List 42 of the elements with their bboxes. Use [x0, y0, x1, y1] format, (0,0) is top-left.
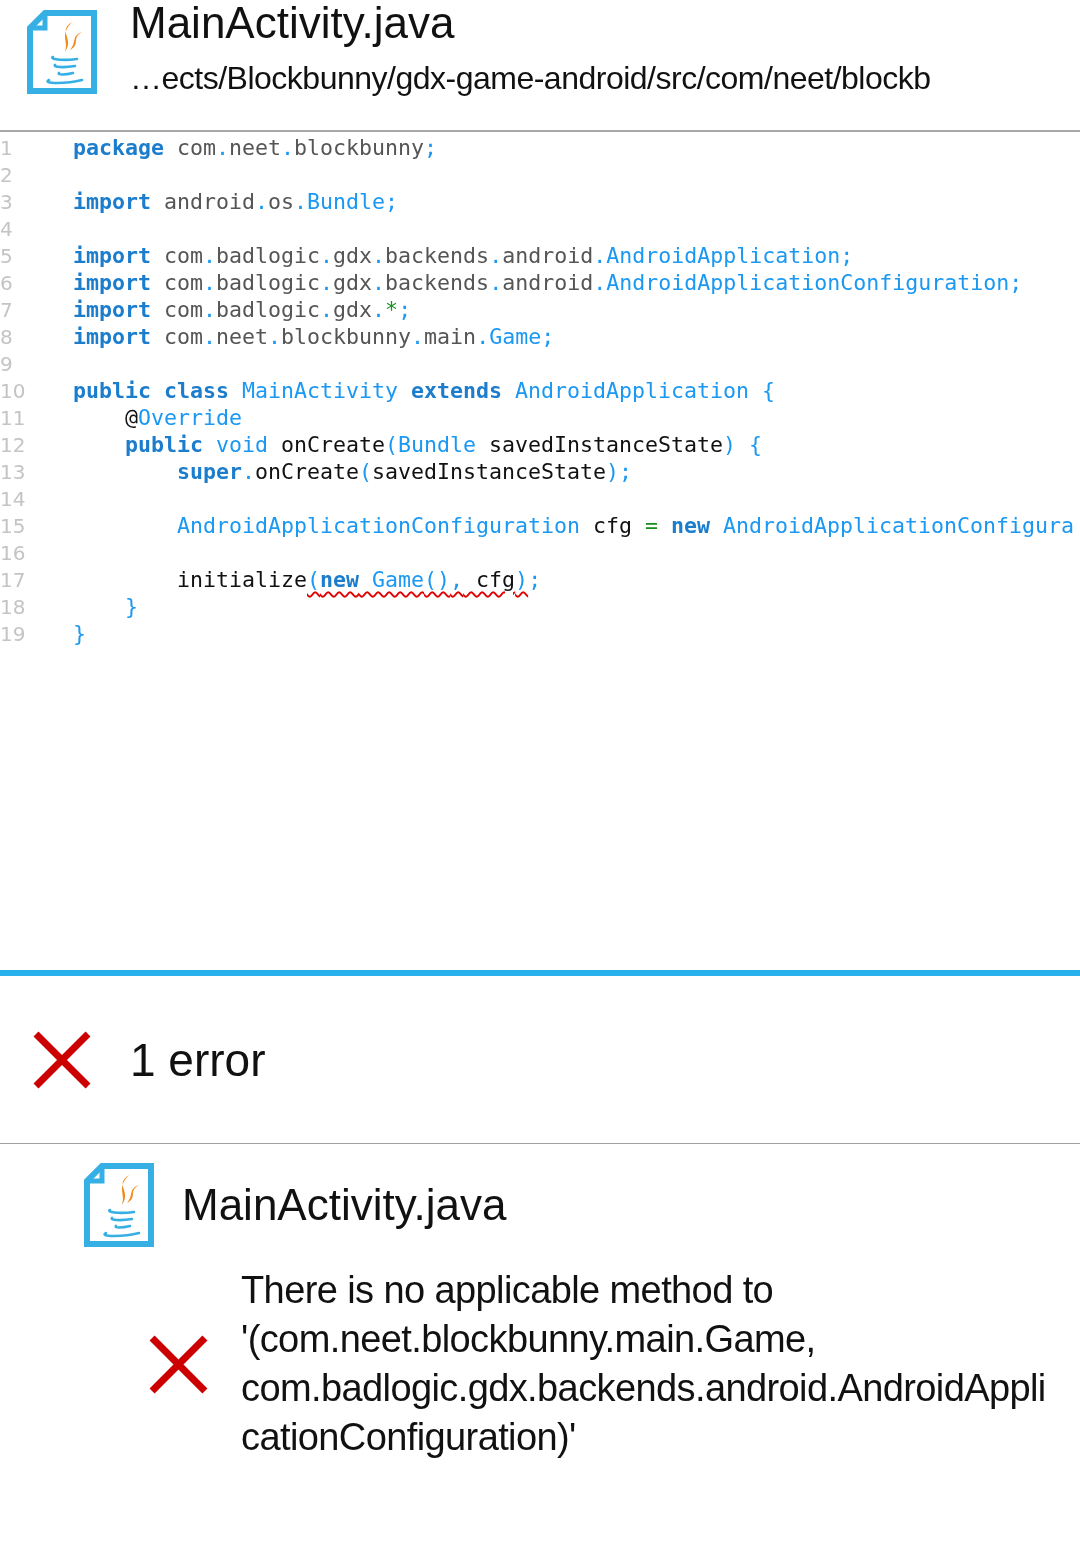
code-line: import android.os.Bundle; [73, 189, 399, 214]
line-number: 3 [0, 189, 14, 214]
line-number: 10 [0, 378, 27, 403]
line-number: 13 [0, 459, 27, 484]
file-name: MainActivity.java [130, 0, 456, 48]
line-number: 14 [0, 486, 27, 511]
error-count: 1 error [130, 1032, 266, 1087]
code-line: import com.badlogic.gdx.*; [73, 297, 412, 322]
line-number: 11 [0, 405, 27, 430]
line-number: 6 [0, 270, 14, 295]
code-line: package com.neet.blockbunny; [73, 135, 438, 160]
file-name[interactable]: MainActivity.java [182, 1180, 507, 1230]
code-line: public class MainActivity extends AndroidApplication { [73, 378, 776, 403]
line-number: 17 [0, 567, 27, 592]
line-number: 2 [0, 162, 14, 187]
code-line: @Override [124, 405, 243, 430]
line-number: 9 [0, 351, 14, 376]
code-line: import com.neet.blockbunny.main.Game; [73, 324, 555, 349]
code-line: initialize(new Game(), cfg); [176, 567, 542, 592]
line-number: 16 [0, 540, 27, 565]
line-number: 15 [0, 513, 27, 538]
line-number: 5 [0, 243, 14, 268]
line-number: 1 [0, 135, 14, 160]
error-icon [148, 1333, 209, 1395]
code-line: public void onCreate(Bundle savedInstanceState) { [124, 432, 763, 457]
line-number: 18 [0, 594, 27, 619]
java-file-icon [84, 1163, 154, 1247]
code-line: import com.badlogic.gdx.backends.android.AndroidApplicationConfiguration; [73, 270, 1023, 295]
error-message[interactable]: There is no applicable method to '(com.neet.blockbunny.main.Game, com.badlogic.gdx.backends.android.AndroidApplicationConfiguration)' [241, 1266, 1061, 1462]
error-icon [32, 1029, 92, 1090]
code-line: } [124, 594, 138, 619]
line-number: 7 [0, 297, 14, 322]
line-number: 19 [0, 621, 27, 646]
line-number: 12 [0, 432, 27, 457]
line-number: 8 [0, 324, 14, 349]
line-number: 4 [0, 216, 14, 241]
java-file-icon [27, 10, 97, 94]
code-line: } [73, 621, 86, 646]
code-line: super.onCreate(savedInstanceState); [176, 459, 633, 484]
code-line: import com.badlogic.gdx.backends.android.AndroidApplication; [73, 243, 854, 268]
file-path: …ects/Blockbunny/gdx-game-android/src/com/neet/blockb [130, 59, 931, 98]
code-line: AndroidApplicationConfiguration cfg = new AndroidApplicationConfigura [176, 513, 1075, 538]
